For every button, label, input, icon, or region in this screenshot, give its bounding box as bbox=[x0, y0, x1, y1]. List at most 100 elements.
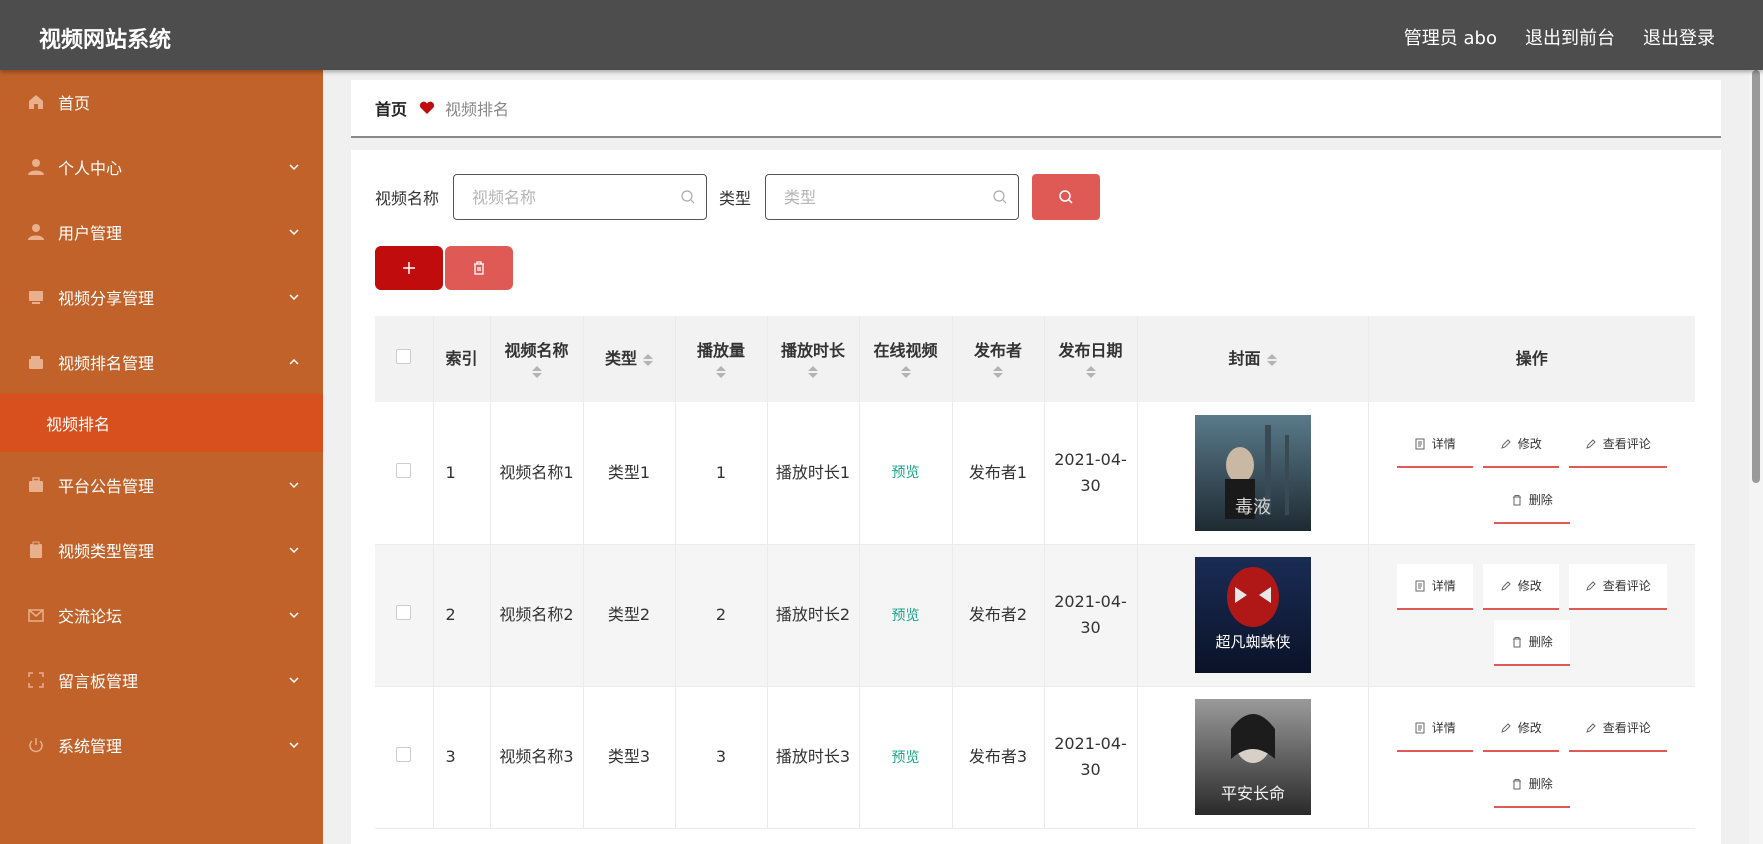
document-icon bbox=[1415, 580, 1425, 592]
view-comments-button[interactable]: 查看评论 bbox=[1568, 706, 1667, 752]
preview-link[interactable]: 预览 bbox=[892, 750, 920, 766]
scrollbar-thumb[interactable] bbox=[1752, 70, 1760, 483]
cell-plays: 2 bbox=[675, 544, 768, 686]
cover-image[interactable]: 毒液 bbox=[1194, 414, 1311, 531]
col-online[interactable]: 在线视频 bbox=[859, 316, 953, 402]
select-all-cell bbox=[375, 316, 434, 402]
sort-icon[interactable] bbox=[495, 366, 579, 378]
sidebar-item-forum[interactable]: 交流论坛 bbox=[0, 582, 323, 647]
preview-link[interactable]: 预览 bbox=[892, 465, 920, 481]
sort-icon[interactable] bbox=[1266, 353, 1277, 366]
sidebar-item-video-ranking[interactable]: 视频排名管理 bbox=[0, 329, 323, 394]
col-name[interactable]: 视频名称 bbox=[490, 316, 584, 402]
col-cover[interactable]: 封面 bbox=[1137, 316, 1369, 402]
cell-name: 视频名称1 bbox=[490, 402, 584, 544]
edit-button[interactable]: 修改 bbox=[1482, 564, 1559, 610]
breadcrumb: 首页 视频排名 bbox=[351, 80, 1721, 138]
edit-label: 修改 bbox=[1517, 436, 1542, 451]
col-type-label: 类型 bbox=[604, 349, 637, 368]
col-plays-label: 播放量 bbox=[696, 341, 745, 360]
pencil-icon bbox=[1585, 439, 1596, 449]
cell-publisher: 发布者2 bbox=[952, 544, 1045, 686]
cell-date: 2021-04-30 bbox=[1044, 686, 1138, 828]
view-comments-button[interactable]: 查看评论 bbox=[1568, 421, 1667, 468]
cell-online: 预览 bbox=[859, 544, 953, 686]
edit-button[interactable]: 修改 bbox=[1482, 706, 1559, 752]
sidebar-item-users[interactable]: 用户管理 bbox=[0, 199, 323, 264]
select-all-checkbox[interactable] bbox=[396, 349, 412, 364]
batch-delete-button[interactable] bbox=[445, 246, 513, 290]
detail-button[interactable]: 详情 bbox=[1396, 564, 1473, 610]
video-name-input[interactable] bbox=[454, 175, 707, 219]
sort-icon[interactable] bbox=[643, 353, 653, 366]
row-checkbox[interactable] bbox=[396, 462, 412, 478]
delete-button[interactable]: 删除 bbox=[1493, 620, 1570, 666]
sort-icon[interactable] bbox=[864, 366, 948, 378]
preview-link[interactable]: 预览 bbox=[892, 608, 920, 624]
cell-index: 2 bbox=[433, 544, 491, 686]
video-name-field[interactable] bbox=[453, 174, 708, 220]
pencil-icon bbox=[1500, 439, 1511, 449]
page-scrollbar[interactable] bbox=[1749, 70, 1763, 844]
sort-icon[interactable] bbox=[957, 366, 1040, 378]
frame-icon bbox=[26, 670, 46, 690]
type-input[interactable] bbox=[766, 175, 1019, 219]
edit-button[interactable]: 修改 bbox=[1482, 421, 1559, 468]
row-checkbox[interactable] bbox=[396, 605, 412, 620]
sidebar-item-profile[interactable]: 个人中心 bbox=[0, 134, 323, 199]
main-area: 首页 视频排名 视频名称 类型 bbox=[323, 70, 1763, 844]
document-icon bbox=[1415, 438, 1425, 450]
detail-button[interactable]: 详情 bbox=[1396, 706, 1473, 752]
comments-label: 查看评论 bbox=[1602, 436, 1651, 451]
logout-link[interactable]: 退出登录 bbox=[1643, 24, 1715, 50]
trash-icon bbox=[1512, 494, 1521, 506]
detail-button[interactable]: 详情 bbox=[1396, 421, 1473, 468]
cell-plays: 3 bbox=[675, 686, 768, 828]
col-date[interactable]: 发布日期 bbox=[1044, 316, 1138, 402]
search-icon bbox=[681, 190, 695, 204]
search-icon bbox=[993, 190, 1007, 204]
view-comments-button[interactable]: 查看评论 bbox=[1568, 564, 1667, 610]
col-duration[interactable]: 播放时长 bbox=[767, 316, 860, 402]
delete-button[interactable]: 删除 bbox=[1493, 762, 1570, 808]
cell-duration: 播放时长2 bbox=[767, 544, 860, 686]
sort-icon[interactable] bbox=[1049, 366, 1133, 378]
cell-plays: 1 bbox=[675, 402, 768, 544]
trash-icon bbox=[474, 261, 484, 275]
sidebar-item-label: 留言板管理 bbox=[58, 671, 139, 691]
row-actions: 详情 修改 查看评论 删除 bbox=[1387, 421, 1677, 524]
col-plays[interactable]: 播放量 bbox=[675, 316, 768, 402]
search-button[interactable] bbox=[1032, 174, 1101, 220]
sidebar-item-announcements[interactable]: 平台公告管理 bbox=[0, 452, 323, 517]
cell-type: 类型2 bbox=[583, 544, 676, 686]
delete-button[interactable]: 删除 bbox=[1493, 477, 1570, 524]
add-button[interactable] bbox=[375, 246, 443, 290]
sidebar-item-messages[interactable]: 留言板管理 bbox=[0, 647, 323, 712]
type-label: 类型 bbox=[719, 189, 752, 208]
cover-image[interactable]: 平安长命 bbox=[1194, 699, 1311, 815]
sort-icon[interactable] bbox=[772, 366, 855, 378]
col-name-label: 视频名称 bbox=[504, 341, 569, 360]
sidebar-item-video-types[interactable]: 视频类型管理 bbox=[0, 517, 323, 582]
chevron-down-icon bbox=[289, 293, 299, 300]
top-header: 视频网站系统 管理员 abo 退出到前台 退出登录 bbox=[0, 0, 1763, 70]
cell-duration: 播放时长3 bbox=[767, 686, 860, 828]
cover-image[interactable]: 超凡蜘蛛侠 bbox=[1194, 557, 1311, 673]
exit-to-front-link[interactable]: 退出到前台 bbox=[1525, 24, 1615, 50]
breadcrumb-home[interactable]: 首页 bbox=[375, 96, 407, 120]
sidebar-item-home[interactable]: 首页 bbox=[0, 70, 323, 134]
cell-index: 1 bbox=[433, 402, 491, 544]
chevron-up-icon bbox=[289, 358, 299, 365]
cell-cover: 毒液 bbox=[1137, 402, 1369, 544]
sidebar-subitem-video-ranking[interactable]: 视频排名 bbox=[0, 394, 323, 452]
col-type[interactable]: 类型 bbox=[583, 316, 676, 402]
user-icon bbox=[26, 222, 46, 242]
type-field[interactable] bbox=[765, 174, 1020, 220]
sidebar-item-video-share[interactable]: 视频分享管理 bbox=[0, 264, 323, 329]
sidebar-item-system[interactable]: 系统管理 bbox=[0, 712, 323, 777]
cell-index: 3 bbox=[433, 686, 491, 828]
row-checkbox[interactable] bbox=[396, 747, 412, 762]
tv-icon bbox=[26, 287, 46, 307]
sort-icon[interactable] bbox=[680, 366, 763, 378]
col-publisher[interactable]: 发布者 bbox=[952, 316, 1045, 402]
